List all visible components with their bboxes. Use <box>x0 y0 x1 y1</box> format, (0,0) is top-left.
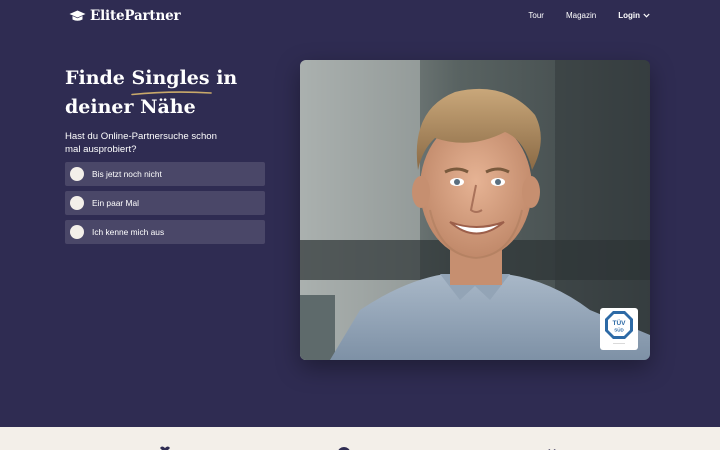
tuv-badge-bottom: SÜD <box>614 327 624 333</box>
option-label: Bis jetzt noch nicht <box>92 169 162 179</box>
tuv-caption-line: ———— <box>613 341 625 345</box>
radio-button[interactable] <box>70 167 84 181</box>
brand-logo[interactable]: ElitePartner <box>69 8 181 24</box>
option-label: Ein paar Mal <box>92 198 140 208</box>
tuv-sued-badge: TÜV SÜD ———— <box>600 308 638 350</box>
tuv-octagon-icon: TÜV SÜD <box>605 311 633 339</box>
heart-icon <box>160 446 170 450</box>
option-not-yet[interactable]: Bis jetzt noch nicht <box>65 162 265 186</box>
nav-magazin-link[interactable]: Magazin <box>566 11 596 20</box>
title-word-in: in <box>216 67 238 89</box>
nav-login-menu[interactable]: Login <box>618 11 650 20</box>
tuv-badge-top: TÜV <box>613 318 627 327</box>
brand-name: ElitePartner <box>90 8 181 24</box>
hero-title: Finde Singles in deiner Nähe <box>65 64 237 122</box>
answer-options: Bis jetzt noch nicht Ein paar Mal Ich ke… <box>65 162 265 244</box>
title-word-singles: Singles <box>131 67 210 89</box>
shield-icon <box>338 447 350 450</box>
underline-swoosh <box>130 91 212 96</box>
main-nav: Tour Magazin Login <box>528 11 650 20</box>
radio-button[interactable] <box>70 225 84 239</box>
login-label: Login <box>618 11 640 20</box>
option-experienced[interactable]: Ich kenne mich aus <box>65 220 265 244</box>
title-line2: deiner Nähe <box>65 96 196 118</box>
award-icon <box>548 449 556 450</box>
hero-photo: TÜV SÜD ———— <box>300 60 650 360</box>
title-word-finde: Finde <box>65 67 125 89</box>
option-label: Ich kenne mich aus <box>92 227 165 237</box>
chevron-down-icon <box>643 13 650 18</box>
survey-question: Hast du Online-Partnersuche schon mal au… <box>65 131 217 155</box>
smiling-man-illustration <box>300 60 650 360</box>
graduation-cap-icon <box>69 10 86 21</box>
option-a-few-times[interactable]: Ein paar Mal <box>65 191 265 215</box>
site-header: ElitePartner Tour Magazin Login <box>0 0 720 34</box>
features-strip <box>0 427 720 450</box>
nav-tour-link[interactable]: Tour <box>528 11 544 20</box>
title-highlight: Singles <box>130 64 212 96</box>
radio-button[interactable] <box>70 196 84 210</box>
